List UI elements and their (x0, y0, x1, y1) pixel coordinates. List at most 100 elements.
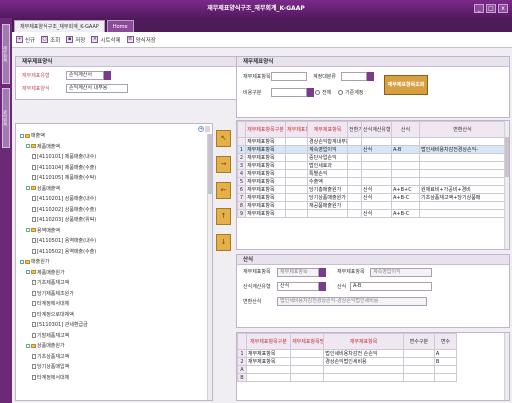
table-cell[interactable]: 산식 (361, 185, 392, 194)
formula-type-select[interactable]: 산식 (277, 282, 319, 291)
table-cell[interactable] (361, 153, 392, 162)
move-down-button[interactable]: ↓ (216, 234, 231, 251)
table-cell[interactable] (391, 177, 420, 186)
column-header[interactable]: 변수구분 (402, 333, 435, 350)
table-cell[interactable] (402, 373, 435, 382)
column-header[interactable]: 재무제표항목명칭 (290, 333, 325, 350)
table-cell[interactable]: 산식 (361, 209, 392, 218)
table-cell[interactable]: A-B (391, 145, 420, 154)
table-row[interactable]: B (237, 373, 458, 382)
table-cell[interactable]: A+B+C (391, 185, 420, 194)
table-cell[interactable] (245, 373, 292, 382)
table-cell[interactable]: 재무제표항목 (245, 357, 292, 366)
table-cell[interactable] (290, 349, 325, 358)
column-header[interactable]: 재무제표항목 (323, 333, 404, 350)
table-cell[interactable] (419, 209, 506, 218)
table-row[interactable]: 재무제표항목 경상손익합계내부용 (237, 137, 506, 146)
save-form-button[interactable]: ≡ 양식저장 (126, 36, 156, 44)
chevron-down-icon[interactable] (367, 72, 374, 81)
table-cell[interactable] (391, 153, 420, 162)
chevron-down-icon[interactable] (104, 71, 111, 80)
table-cell[interactable]: 산식 (361, 193, 392, 202)
tree-leaf[interactable]: 타계정에서대체 (32, 300, 69, 307)
grid1-scrollbar[interactable] (504, 121, 509, 249)
table-row[interactable]: 1 재무제표항목 법인세비용차감전 손손익 A (237, 349, 458, 358)
move-right-button[interactable]: → (216, 156, 231, 173)
table-cell[interactable]: 재무제표항목 (245, 145, 286, 154)
column-header[interactable]: 산식계산유형 (361, 121, 392, 138)
tree-folder[interactable]: 매출원가 (20, 258, 49, 265)
radio-all[interactable] (315, 90, 320, 95)
table-cell[interactable] (361, 137, 392, 146)
move-top-button[interactable]: ↑ (216, 208, 231, 225)
table-cell[interactable]: 재무제표항목 (245, 201, 286, 210)
tree-folder[interactable]: 상품매출원가 (26, 342, 65, 349)
table-cell[interactable] (391, 169, 420, 178)
table-cell[interactable] (285, 193, 308, 202)
table-cell[interactable] (402, 349, 435, 358)
table-cell[interactable] (290, 373, 325, 382)
query-button[interactable]: ○ 조회 (41, 36, 60, 44)
table-cell[interactable] (361, 161, 392, 170)
tree-folder[interactable]: 용역매출액 (26, 227, 60, 234)
grid1-scroll-thumb[interactable] (505, 137, 509, 177)
table-cell[interactable] (285, 169, 308, 178)
table-cell[interactable] (347, 185, 362, 194)
table-cell[interactable]: 재무제표항목 (245, 161, 286, 170)
table-cell[interactable] (347, 145, 362, 154)
table-cell[interactable] (347, 153, 362, 162)
table-cell[interactable] (419, 177, 506, 186)
table-cell[interactable]: 재무제표항목 (245, 185, 286, 194)
table-cell[interactable]: 당기상품매출원가 (307, 193, 348, 202)
table-cell[interactable] (361, 177, 392, 186)
grid2-scrollbar[interactable] (504, 333, 509, 400)
tree-leaf[interactable]: 당기상품매입액 (32, 363, 69, 370)
radio-base-account[interactable] (338, 90, 343, 95)
table-cell[interactable] (433, 373, 458, 382)
table-cell[interactable] (290, 357, 325, 366)
table-row[interactable]: 5 재무제표항목 수출액 (237, 177, 506, 186)
tree-leaf[interactable]: [4110202] 상품매출(수출) (32, 206, 96, 213)
formula-input[interactable]: A-B (350, 282, 432, 291)
column-header[interactable]: 재무제표항목구분 (245, 121, 286, 138)
table-cell[interactable] (347, 177, 362, 186)
column-header[interactable]: 변수 (433, 333, 458, 350)
table-cell[interactable] (419, 161, 506, 170)
column-header[interactable]: 재무제표항목명칭 (285, 121, 308, 138)
table-cell[interactable]: 재무제표항목 (245, 209, 286, 218)
table-row[interactable]: A (237, 365, 458, 374)
tree-leaf[interactable]: [4110501] 용역매출(내수) (32, 237, 96, 244)
table-row[interactable]: 2 재무제표항목 경상손익법인세비용 B (237, 357, 458, 366)
table-cell[interactable] (285, 201, 308, 210)
table-row[interactable]: 1 재무제표항목 계속영업이익 산식 A-B 법인세비용차감전경상손익- (237, 145, 506, 154)
table-cell[interactable]: 산식 (361, 145, 392, 154)
table-cell[interactable]: 법인세비용차감전경상손익- (419, 145, 506, 154)
table-cell[interactable] (391, 161, 420, 170)
table-cell[interactable]: 중단사업손익 (307, 153, 348, 162)
table-cell[interactable]: 재무제표항목 (245, 177, 286, 186)
chevron-down-icon[interactable] (307, 88, 314, 97)
save-button[interactable]: ▪ 저장 (66, 36, 85, 44)
module-tab-finance[interactable]: 재무회계 (2, 24, 10, 84)
table-cell[interactable] (391, 201, 420, 210)
tree-leaf[interactable]: [4110201] 상품매출(내수) (32, 195, 96, 202)
table-cell[interactable] (419, 153, 506, 162)
table-cell[interactable] (347, 161, 362, 170)
column-header[interactable]: 재무제표항목구분 (245, 333, 292, 350)
table-cell[interactable]: 기초상품재고액+당기상품매 (419, 193, 506, 202)
tree-scrollbar[interactable] (207, 134, 212, 400)
table-cell[interactable]: 재무제표항목 (245, 169, 286, 178)
chevron-down-icon[interactable] (319, 268, 326, 277)
table-cell[interactable] (419, 137, 506, 146)
table-cell[interactable]: 재무제표항목 (245, 137, 286, 146)
table-cell[interactable] (419, 169, 506, 178)
table-cell[interactable]: 특별손익 (307, 169, 348, 178)
tree-leaf[interactable]: 당기제품제조원가 (32, 290, 74, 297)
table-cell[interactable]: A+B-C (391, 193, 420, 202)
tree-leaf[interactable]: [5110301] 관세환급금 (32, 321, 88, 328)
table-cell[interactable] (290, 365, 325, 374)
table-cell[interactable] (433, 365, 458, 374)
table-cell[interactable] (402, 365, 435, 374)
table-cell[interactable] (245, 365, 292, 374)
column-header[interactable]: 산식 (391, 121, 420, 138)
